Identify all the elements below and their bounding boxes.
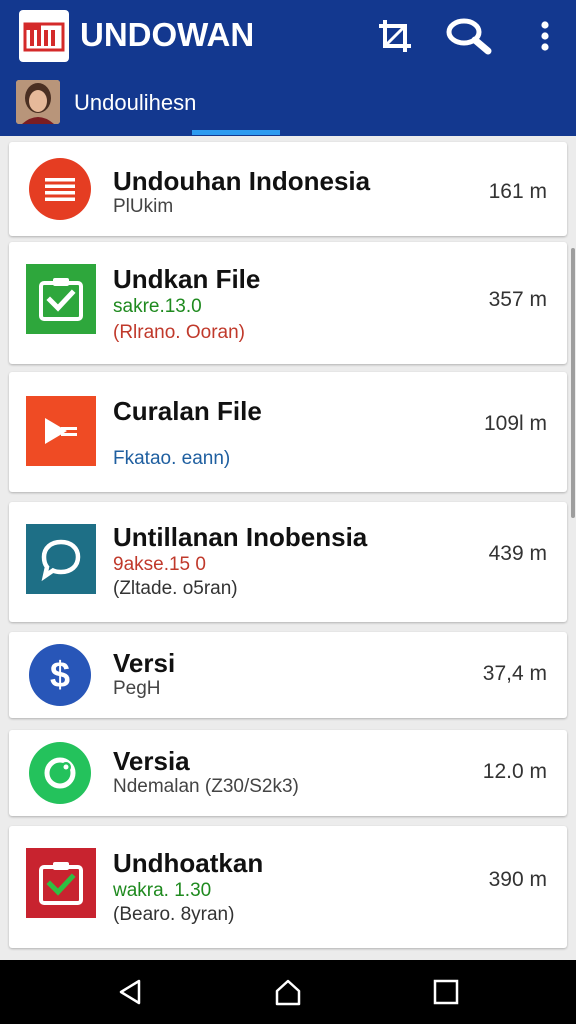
crop-icon xyxy=(379,20,411,52)
item-version: 9akse.15 0 xyxy=(113,554,206,575)
item-status: Fkatao. eann) xyxy=(113,448,231,469)
list-item[interactable]: $ Versi PegH 37,4 m xyxy=(9,632,567,718)
item-version: sakre.13.0 xyxy=(113,296,202,317)
item-title: Undouhan Indonesia xyxy=(113,166,371,196)
dollar-icon: $ xyxy=(29,644,91,706)
app-bar: UNDOWAN Undoulihesn xyxy=(0,0,576,136)
item-size: 37,4 m xyxy=(482,662,547,685)
item-size: 109l m xyxy=(483,412,547,435)
tab-indicator xyxy=(192,130,280,135)
avatar-image xyxy=(16,80,60,124)
back-button[interactable] xyxy=(114,976,146,1008)
item-size: 439 m xyxy=(488,542,547,565)
app-logo[interactable] xyxy=(19,10,69,62)
search-button[interactable] xyxy=(444,14,494,58)
item-size: 12.0 m xyxy=(482,760,547,783)
item-subtitle: PegH xyxy=(113,678,161,699)
download-list: Undouhan Indonesia PlUkim 161 m Undkan F… xyxy=(0,136,576,960)
avatar[interactable] xyxy=(16,80,60,124)
toolbar: UNDOWAN xyxy=(0,0,576,72)
more-options-button[interactable] xyxy=(530,14,560,58)
item-subtitle: PlUkim xyxy=(113,196,174,217)
item-size: 161 m xyxy=(488,180,547,203)
chat-icon xyxy=(26,524,96,594)
checkbox-icon xyxy=(26,264,96,334)
item-version: wakra. 1.30 xyxy=(113,880,212,901)
item-subtitle: Ndemalan (Z30/S2k3) xyxy=(113,776,299,797)
item-title: Undhoatkan xyxy=(113,848,264,878)
more-vert-icon xyxy=(541,21,549,51)
list-item[interactable]: Curalan File Fkatao. eann) 109l m xyxy=(9,372,567,492)
item-title: Curalan File xyxy=(113,396,262,426)
home-icon xyxy=(275,979,301,1006)
list-item[interactable]: Undouhan Indonesia PlUkim 161 m xyxy=(9,142,567,236)
scrollbar[interactable] xyxy=(571,248,575,518)
account-name[interactable]: Undoulihesn xyxy=(74,90,196,116)
search-icon xyxy=(446,18,492,55)
home-button[interactable] xyxy=(272,976,304,1008)
navigation-bar xyxy=(0,960,576,1024)
back-icon xyxy=(119,979,141,1005)
recents-icon xyxy=(433,979,459,1005)
list-item[interactable]: Untillanan Inobensia 9akse.15 0 (Zltade.… xyxy=(9,502,567,622)
item-size: 357 m xyxy=(488,288,547,311)
recents-button[interactable] xyxy=(430,976,462,1008)
account-row: Undoulihesn xyxy=(0,72,576,136)
item-title: Versi xyxy=(113,648,176,678)
phone-icon xyxy=(29,742,91,804)
list-item[interactable]: Undhoatkan wakra. 1.30 (Bearo. 8yran) 39… xyxy=(9,826,567,948)
item-status: (Zltade. o5ran) xyxy=(113,578,238,599)
app-logo-icon xyxy=(23,22,65,52)
checkbox-icon xyxy=(26,848,96,918)
list-icon xyxy=(29,158,91,220)
item-status: (Rlrano. Ooran) xyxy=(113,322,245,343)
item-status: (Bearo. 8yran) xyxy=(113,904,235,925)
play-icon xyxy=(26,396,96,466)
item-size: 390 m xyxy=(488,868,547,891)
list-item[interactable]: Versia Ndemalan (Z30/S2k3) 12.0 m xyxy=(9,730,567,816)
crop-button[interactable] xyxy=(372,14,418,58)
item-title: Versia xyxy=(113,746,190,776)
item-title: Undkan File xyxy=(113,264,261,294)
app-title: UNDOWAN xyxy=(80,16,255,53)
item-title: Untillanan Inobensia xyxy=(113,522,368,552)
list-item[interactable]: Undkan File sakre.13.0 (Rlrano. Ooran) 3… xyxy=(9,242,567,364)
